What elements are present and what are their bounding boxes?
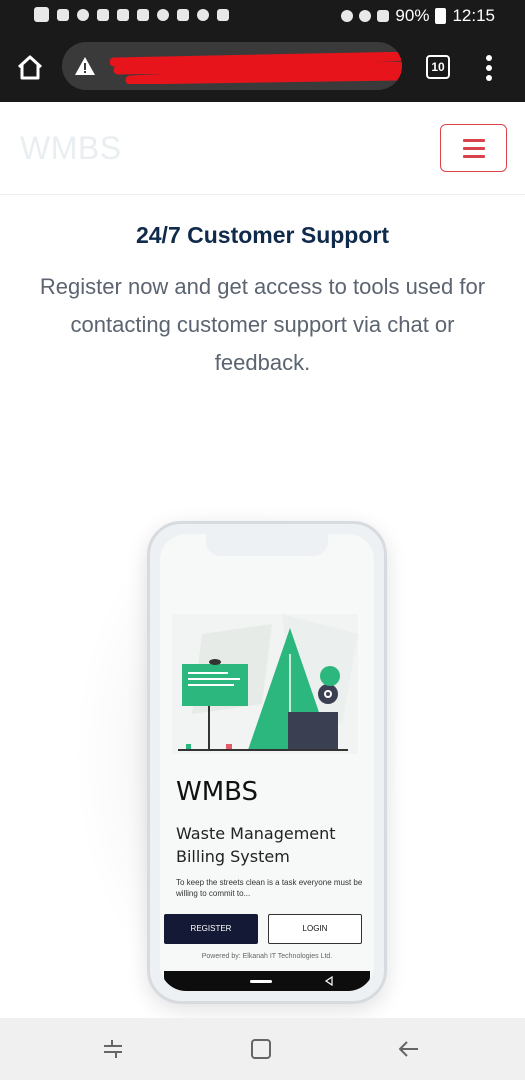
phone-mockup: WMBS Waste Management Billing System To … <box>147 521 387 1004</box>
warning-icon <box>75 57 95 75</box>
recent-apps-icon[interactable] <box>100 1036 126 1062</box>
home-icon[interactable] <box>14 52 46 84</box>
home-pill-icon <box>250 980 272 983</box>
app-notification-icon <box>57 8 69 21</box>
battery-percent: 90% <box>395 6 430 25</box>
phone-notch <box>206 534 328 556</box>
hamburger-menu-button[interactable] <box>440 124 507 172</box>
system-status: 90% 12:15 <box>341 6 495 26</box>
illustration-image <box>172 614 358 754</box>
browser-toolbar: 10 <box>0 34 525 102</box>
alarm-icon <box>359 10 372 22</box>
app-subtitle: Waste Management Billing System <box>176 824 336 866</box>
site-navbar: WMBS <box>0 102 525 195</box>
telegram-notification-icon <box>217 8 229 21</box>
section-heading: 24/7 Customer Support <box>135 222 390 248</box>
back-arrow-icon[interactable] <box>396 1036 422 1062</box>
message-notification-icon <box>137 8 149 21</box>
hamburger-icon <box>463 139 485 142</box>
hamburger-line <box>463 147 485 150</box>
hamburger-line <box>463 155 485 158</box>
bluetooth-icon <box>341 10 354 22</box>
home-square-icon[interactable] <box>248 1036 274 1062</box>
login-button[interactable]: LOGIN <box>268 914 362 944</box>
battery-icon <box>435 8 447 24</box>
redaction-mark <box>110 52 402 84</box>
wifi-icon <box>377 10 390 22</box>
address-bar[interactable] <box>62 42 402 90</box>
powered-by-text: Powered by: Elkanah IT Technologies Ltd. <box>201 953 333 960</box>
site-brand[interactable]: WMBS <box>20 130 122 167</box>
phone-screen: WMBS Waste Management Billing System To … <box>160 534 374 991</box>
cart-notification-icon <box>97 8 109 21</box>
chat-notification-icon <box>34 7 49 22</box>
more-options-icon[interactable] <box>484 54 494 82</box>
phone-nav-bar <box>164 971 370 991</box>
register-button[interactable]: REGISTER <box>164 914 258 944</box>
settings-notification-icon <box>157 8 169 21</box>
notification-icons <box>34 7 229 22</box>
sms-notification-icon <box>177 8 189 21</box>
section-paragraph: Register now and get access to tools use… <box>39 274 486 375</box>
messenger-notification-icon <box>197 8 209 21</box>
clock: 12:15 <box>452 6 495 25</box>
app-title: WMBS <box>176 777 259 807</box>
status-bar: 90% 12:15 <box>0 0 525 34</box>
mail-notification-icon <box>117 8 129 21</box>
app-description: To keep the streets clean is a task ever… <box>176 878 363 898</box>
android-nav-bar <box>0 1018 525 1080</box>
back-triangle-icon <box>324 976 333 986</box>
sync-notification-icon <box>77 8 89 21</box>
tab-switcher-button[interactable]: 10 <box>426 55 450 79</box>
